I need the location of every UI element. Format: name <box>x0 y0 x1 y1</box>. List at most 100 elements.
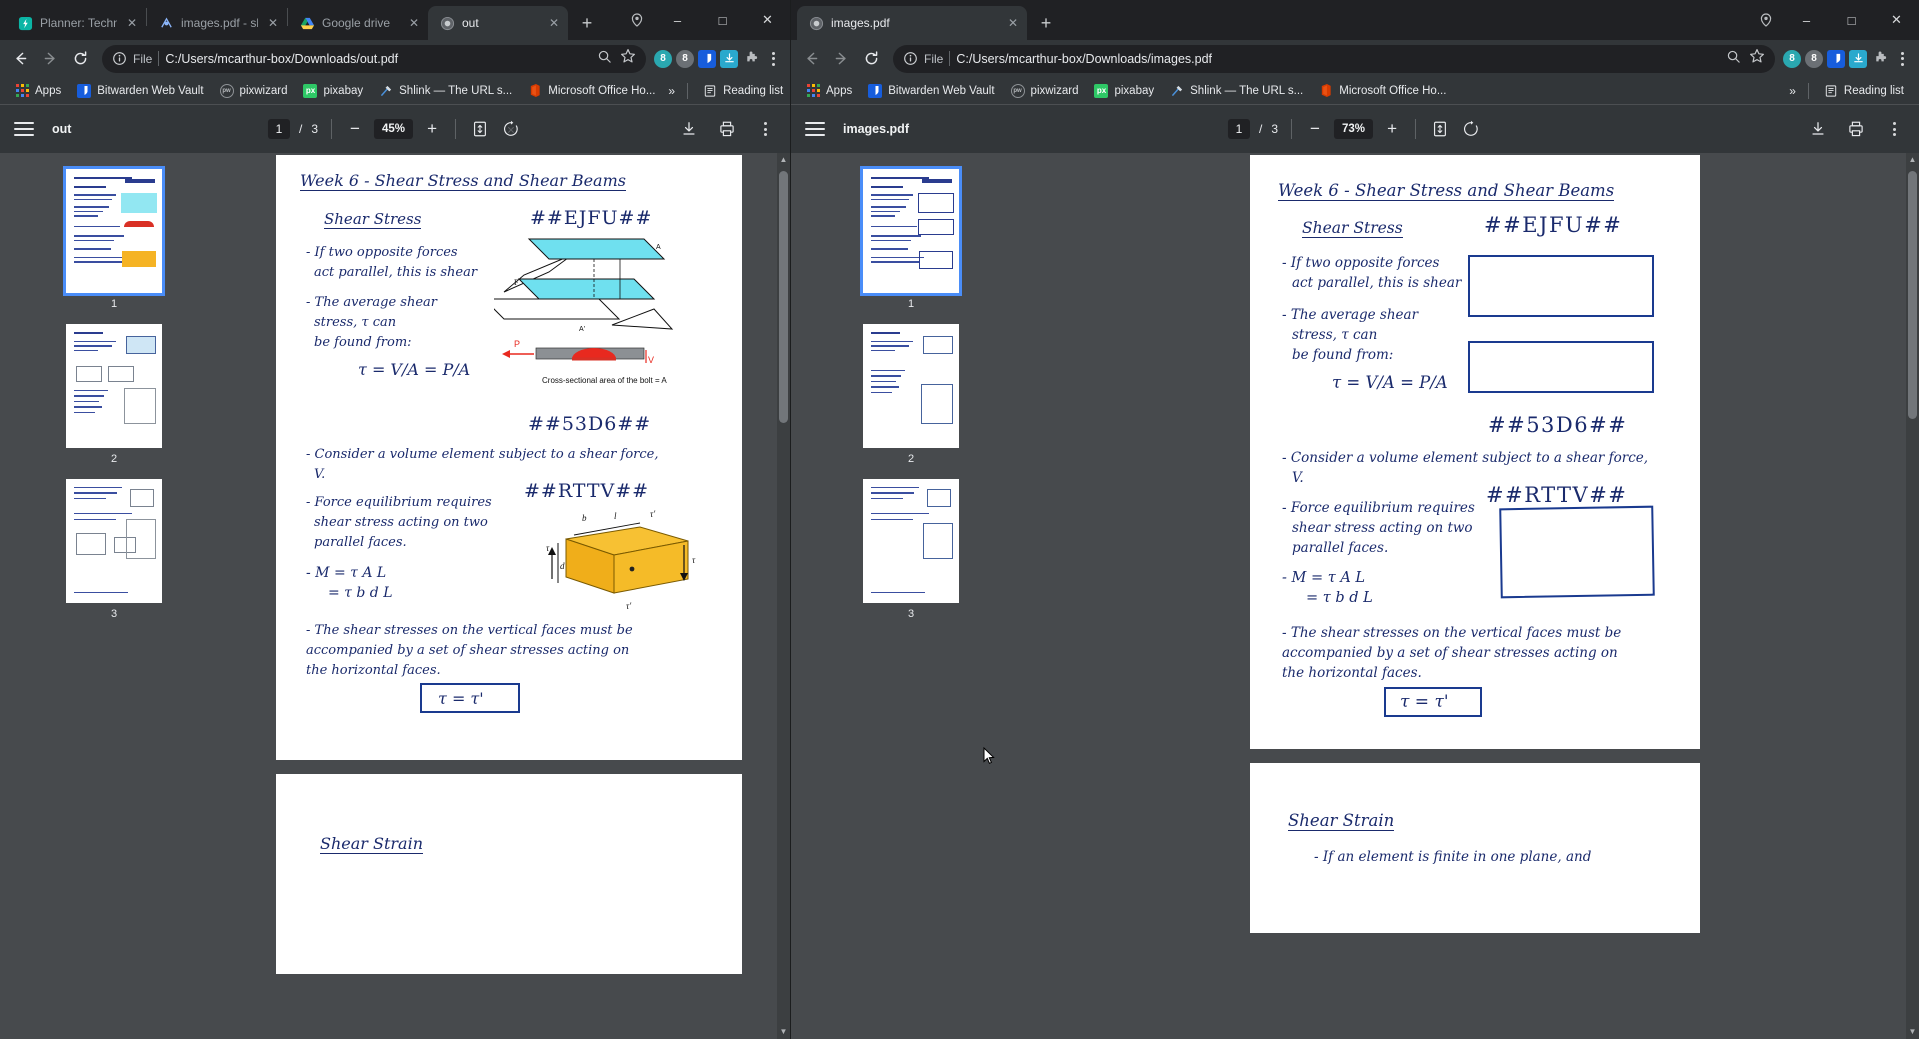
bookmark-bitwarden-web-vault[interactable]: Bitwarden Web Vault <box>861 81 1001 101</box>
maximize-button[interactable]: □ <box>700 4 745 36</box>
rotate-icon[interactable] <box>500 118 522 140</box>
bookmark-pixabay[interactable]: px pixabay <box>296 81 370 101</box>
bookmark-star-icon[interactable] <box>620 48 636 69</box>
scroll-down-arrow[interactable]: ▼ <box>1906 1025 1919 1039</box>
bookmark-apps[interactable]: Apps <box>8 81 68 101</box>
eight-badge-icon[interactable]: 8 <box>1783 50 1801 68</box>
hamburger-menu-icon[interactable] <box>805 122 825 136</box>
thumbnail-item[interactable]: 1 <box>66 169 162 320</box>
info-circle-icon[interactable] <box>903 51 918 66</box>
close-window-button[interactable]: ✕ <box>745 4 790 36</box>
thumbnail-page-3[interactable] <box>66 479 162 603</box>
thumbnail-page-1[interactable] <box>863 169 959 293</box>
pdf-pages-right[interactable]: Week 6 - Shear Stress and Shear Beams Sh… <box>1031 153 1919 1039</box>
thumbnail-page-3[interactable] <box>863 479 959 603</box>
browser-menu-icon[interactable] <box>1891 46 1913 72</box>
tab-images-pdf[interactable]: images.pdf ✕ <box>797 6 1027 40</box>
minimize-button[interactable]: – <box>1784 4 1829 36</box>
bookmark-microsoft-office-home[interactable]: Microsoft Office Ho... <box>1312 81 1453 101</box>
bookmark-pixwizard[interactable]: pw pixwizard <box>213 81 295 101</box>
reading-list-button[interactable]: Reading list <box>696 81 790 101</box>
thumbnail-page-2[interactable] <box>863 324 959 448</box>
pdf-more-icon[interactable] <box>754 116 776 142</box>
info-circle-icon[interactable] <box>112 51 127 66</box>
scroll-up-arrow[interactable]: ▲ <box>1906 153 1919 167</box>
new-tab-button[interactable]: + <box>573 9 601 37</box>
close-icon[interactable]: ✕ <box>265 15 281 31</box>
bitwarden-icon[interactable] <box>1827 50 1845 68</box>
thumbnail-item[interactable]: 3 <box>863 479 959 630</box>
tab-google-drive[interactable]: Google drive ✕ <box>288 6 428 40</box>
zoom-in-button[interactable]: + <box>1382 119 1402 139</box>
profile-avatar-icon[interactable] <box>623 6 651 34</box>
maximize-button[interactable]: □ <box>1829 4 1874 36</box>
pdf-more-icon[interactable] <box>1883 116 1905 142</box>
rotate-icon[interactable] <box>1460 118 1482 140</box>
close-icon[interactable]: ✕ <box>406 15 422 31</box>
tab-out-pdf[interactable]: out ✕ <box>428 6 568 40</box>
bookmark-bitwarden-web-vault[interactable]: Bitwarden Web Vault <box>70 81 210 101</box>
eight-badge-icon[interactable]: 8 <box>654 50 672 68</box>
scroll-down-arrow[interactable]: ▼ <box>777 1025 790 1039</box>
search-icon[interactable] <box>597 49 612 69</box>
eight-badge-icon-2[interactable]: 8 <box>1805 50 1823 68</box>
bookmark-pixwizard[interactable]: pw pixwizard <box>1004 81 1086 101</box>
fit-page-icon[interactable] <box>469 118 491 140</box>
hamburger-menu-icon[interactable] <box>14 122 34 136</box>
close-window-button[interactable]: ✕ <box>1874 4 1919 36</box>
back-icon[interactable] <box>797 45 825 73</box>
scroll-up-arrow[interactable]: ▲ <box>777 153 790 167</box>
downloader-icon[interactable] <box>720 50 738 68</box>
reload-icon[interactable] <box>66 45 94 73</box>
thumbnail-item[interactable]: 1 <box>863 169 959 320</box>
print-icon[interactable] <box>716 118 738 140</box>
forward-icon[interactable] <box>36 45 64 73</box>
eight-badge-icon-2[interactable]: 8 <box>676 50 694 68</box>
forward-icon[interactable] <box>827 45 855 73</box>
thumbnail-item[interactable]: 2 <box>863 324 959 475</box>
bookmark-shlink[interactable]: Shlink — The URL s... <box>1163 81 1310 101</box>
close-icon[interactable]: ✕ <box>546 15 562 31</box>
pdf-scrollbar-right[interactable]: ▲ ▼ <box>1906 153 1919 1039</box>
reading-list-button[interactable]: Reading list <box>1817 81 1911 101</box>
close-icon[interactable]: ✕ <box>124 15 140 31</box>
bitwarden-icon[interactable] <box>698 50 716 68</box>
pdf-scrollbar-left[interactable]: ▲ ▼ <box>777 153 790 1039</box>
bookmarks-overflow-icon[interactable]: » <box>1785 84 1800 98</box>
download-icon[interactable] <box>1807 118 1829 140</box>
tab-planner[interactable]: Planner: Technical Ta ✕ <box>6 6 146 40</box>
bookmark-star-icon[interactable] <box>1749 48 1765 69</box>
print-icon[interactable] <box>1845 118 1867 140</box>
page-number-input[interactable]: 1 <box>268 119 290 139</box>
thumbnail-page-1[interactable] <box>66 169 162 293</box>
bookmark-pixabay[interactable]: px pixabay <box>1087 81 1161 101</box>
address-bar-left[interactable]: File C:/Users/mcarthur-box/Downloads/out… <box>102 45 646 73</box>
thumbnail-item[interactable]: 3 <box>66 479 162 630</box>
page-number-input[interactable]: 1 <box>1228 119 1250 139</box>
puzzle-extensions-icon[interactable] <box>742 50 760 68</box>
bookmark-shlink[interactable]: Shlink — The URL s... <box>372 81 519 101</box>
scroll-thumb[interactable] <box>1908 171 1917 419</box>
download-icon[interactable] <box>678 118 700 140</box>
browser-menu-icon[interactable] <box>762 46 784 72</box>
thumbnail-item[interactable]: 2 <box>66 324 162 475</box>
bookmark-apps[interactable]: Apps <box>799 81 859 101</box>
thumbnail-page-2[interactable] <box>66 324 162 448</box>
zoom-out-button[interactable]: − <box>1305 119 1325 139</box>
back-icon[interactable] <box>6 45 34 73</box>
bookmark-microsoft-office-home[interactable]: Microsoft Office Ho... <box>521 81 662 101</box>
scroll-thumb[interactable] <box>779 171 788 423</box>
close-icon[interactable]: ✕ <box>1005 15 1021 31</box>
reload-icon[interactable] <box>857 45 885 73</box>
search-icon[interactable] <box>1726 49 1741 69</box>
address-bar-right[interactable]: File C:/Users/mcarthur-box/Downloads/ima… <box>893 45 1775 73</box>
fit-page-icon[interactable] <box>1429 118 1451 140</box>
zoom-out-button[interactable]: − <box>345 119 365 139</box>
profile-avatar-icon[interactable] <box>1752 6 1780 34</box>
puzzle-extensions-icon[interactable] <box>1871 50 1889 68</box>
bookmarks-overflow-icon[interactable]: » <box>664 84 679 98</box>
minimize-button[interactable]: – <box>655 4 700 36</box>
zoom-in-button[interactable]: + <box>422 119 442 139</box>
new-tab-button[interactable]: + <box>1032 9 1060 37</box>
downloader-icon[interactable] <box>1849 50 1867 68</box>
